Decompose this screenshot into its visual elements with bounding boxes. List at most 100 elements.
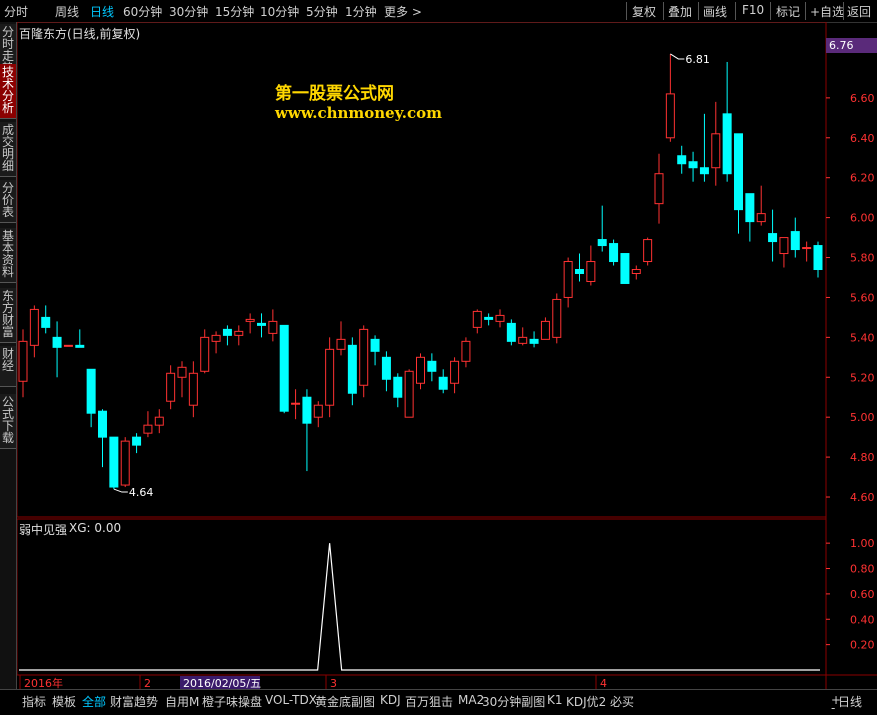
tab-week[interactable]: 周线 bbox=[55, 3, 79, 20]
vtab-eastmoney[interactable]: 东方财富 bbox=[0, 288, 16, 343]
candle-body bbox=[438, 376, 448, 390]
candle-body bbox=[597, 239, 607, 247]
indicator-xg-value: XG: 0.00 bbox=[69, 521, 122, 535]
vtab-tech-analysis[interactable]: 技术分析 bbox=[0, 64, 16, 119]
btn-30min-sub[interactable]: 30分钟副图 bbox=[482, 693, 545, 710]
y-tick-label: 5.00 bbox=[850, 411, 875, 424]
candle-body bbox=[461, 340, 471, 362]
x-label-year: 2016年 bbox=[24, 676, 63, 689]
candle-body bbox=[540, 320, 550, 340]
btn-all[interactable]: 全部 bbox=[82, 693, 106, 710]
btn-million-snipe[interactable]: 百万狙击 bbox=[405, 693, 453, 710]
candle-body bbox=[779, 237, 789, 255]
btn-custom-m[interactable]: 自用M bbox=[165, 693, 199, 710]
divider bbox=[663, 2, 664, 20]
btn-indicator[interactable]: 指标 bbox=[22, 693, 46, 710]
tab-60min[interactable]: 60分钟 bbox=[123, 3, 162, 20]
candle-body bbox=[529, 338, 539, 344]
candle-body bbox=[154, 416, 164, 426]
draw-line-button[interactable]: 画线 bbox=[703, 3, 727, 20]
bottom-indicator-bar: 指标 模板 全部 财富趋势 自用M 橙子味操盘 VOL-TDX 黄金底副图 KD… bbox=[0, 689, 877, 715]
y-tick-label: 6.20 bbox=[850, 172, 875, 185]
x-label-feb: 2 bbox=[144, 677, 151, 689]
watermark-title: 第一股票公式网 bbox=[275, 84, 394, 104]
overlay-button[interactable]: 叠加 bbox=[668, 3, 692, 20]
candle-body bbox=[347, 344, 357, 394]
vtab-finance[interactable]: 财经 bbox=[0, 346, 16, 387]
vtab-basic-info[interactable]: 基本资料 bbox=[0, 228, 16, 283]
candle-body bbox=[393, 376, 403, 398]
candle-body bbox=[234, 330, 244, 336]
vtab-trades[interactable]: 成交明细 bbox=[0, 122, 16, 177]
candle-body bbox=[677, 155, 687, 165]
candle-body bbox=[291, 402, 301, 405]
candle-body bbox=[336, 338, 346, 350]
btn-ma2[interactable]: MA2 bbox=[458, 693, 484, 707]
candle-body bbox=[166, 372, 176, 402]
tab-15min[interactable]: 15分钟 bbox=[215, 3, 254, 20]
btn-must-buy[interactable]: 必买 bbox=[610, 693, 634, 710]
candle-body bbox=[813, 245, 823, 271]
high-price-label: 6.81 bbox=[685, 53, 710, 66]
candle-body bbox=[370, 338, 380, 352]
y-tick-label: 6.00 bbox=[850, 212, 875, 225]
add-watchlist-button[interactable]: +自选 bbox=[810, 3, 844, 20]
candle-body bbox=[86, 368, 96, 414]
fuquan-button[interactable]: 复权 bbox=[632, 3, 656, 20]
candle-body bbox=[722, 113, 732, 175]
btn-gold-bottom[interactable]: 黄金底副图 bbox=[315, 693, 375, 710]
btn-orange-op[interactable]: 橙子味操盘 bbox=[202, 693, 262, 710]
tab-1min[interactable]: 1分钟 bbox=[345, 3, 377, 20]
kline-chart[interactable]: 4.60 4.80 5.00 5.20 5.40 5.60 5.80 6.00 6.20 6.40… bbox=[17, 22, 877, 689]
back-button[interactable]: 返回 bbox=[847, 3, 871, 20]
y-tick-label: 4.80 bbox=[850, 451, 875, 464]
f10-button[interactable]: F10 bbox=[742, 3, 764, 17]
candle-body bbox=[313, 404, 323, 418]
ind-y-tick-label: 0.20 bbox=[850, 639, 875, 652]
candle-body bbox=[279, 324, 289, 412]
tab-30min[interactable]: 30分钟 bbox=[169, 3, 208, 20]
vtab-fenshi[interactable]: 分时走势 bbox=[0, 24, 16, 74]
candle-body bbox=[132, 436, 142, 446]
vtab-formula-download[interactable]: 公式下载 bbox=[0, 394, 16, 449]
zoom-out-button[interactable]: - bbox=[831, 701, 835, 715]
candle-body bbox=[734, 133, 743, 211]
period-label[interactable]: 日线 bbox=[838, 693, 862, 710]
y-tick-label: 6.40 bbox=[850, 132, 875, 145]
btn-vol-tdx[interactable]: VOL-TDX bbox=[265, 693, 317, 707]
low-price-label: 4.64 bbox=[129, 486, 154, 499]
candle-body bbox=[575, 269, 584, 274]
divider bbox=[770, 2, 771, 20]
candle-body bbox=[552, 298, 562, 338]
tab-10min[interactable]: 10分钟 bbox=[260, 3, 299, 20]
candle-body bbox=[688, 161, 698, 169]
candle-body bbox=[654, 173, 664, 205]
candle-body bbox=[563, 261, 573, 298]
btn-k1[interactable]: K1 bbox=[547, 693, 563, 707]
left-vertical-tabs: 分时走势 技术分析 成交明细 分价表 基本资料 东方财富 财经 公式下载 bbox=[0, 22, 17, 689]
candle-body bbox=[768, 233, 778, 243]
candle-body bbox=[109, 436, 119, 488]
divider bbox=[698, 2, 699, 20]
btn-template[interactable]: 模板 bbox=[52, 693, 76, 710]
btn-kdj[interactable]: KDJ bbox=[380, 693, 401, 707]
candle-body bbox=[790, 231, 800, 251]
candle-body bbox=[506, 322, 516, 342]
tab-day[interactable]: 日线 bbox=[90, 3, 114, 20]
candle-body bbox=[665, 93, 675, 139]
candle-body bbox=[518, 336, 528, 344]
candle-body bbox=[120, 440, 130, 486]
candle-body bbox=[643, 239, 653, 263]
tab-fenshi[interactable]: 分时 bbox=[4, 3, 28, 20]
y-tick-label: 6.60 bbox=[850, 92, 875, 105]
tab-more[interactable]: 更多 > bbox=[384, 3, 422, 20]
candle-body bbox=[257, 322, 266, 326]
y-tick-label: 5.60 bbox=[850, 291, 875, 304]
vtab-price-table[interactable]: 分价表 bbox=[0, 180, 16, 223]
btn-wealth-trend[interactable]: 财富趋势 bbox=[110, 693, 158, 710]
candle-body bbox=[302, 396, 312, 424]
mark-button[interactable]: 标记 bbox=[776, 3, 800, 20]
tab-5min[interactable]: 5分钟 bbox=[306, 3, 338, 20]
btn-kdj-you2[interactable]: KDJ优2 bbox=[566, 693, 606, 710]
candle-body bbox=[427, 360, 437, 372]
